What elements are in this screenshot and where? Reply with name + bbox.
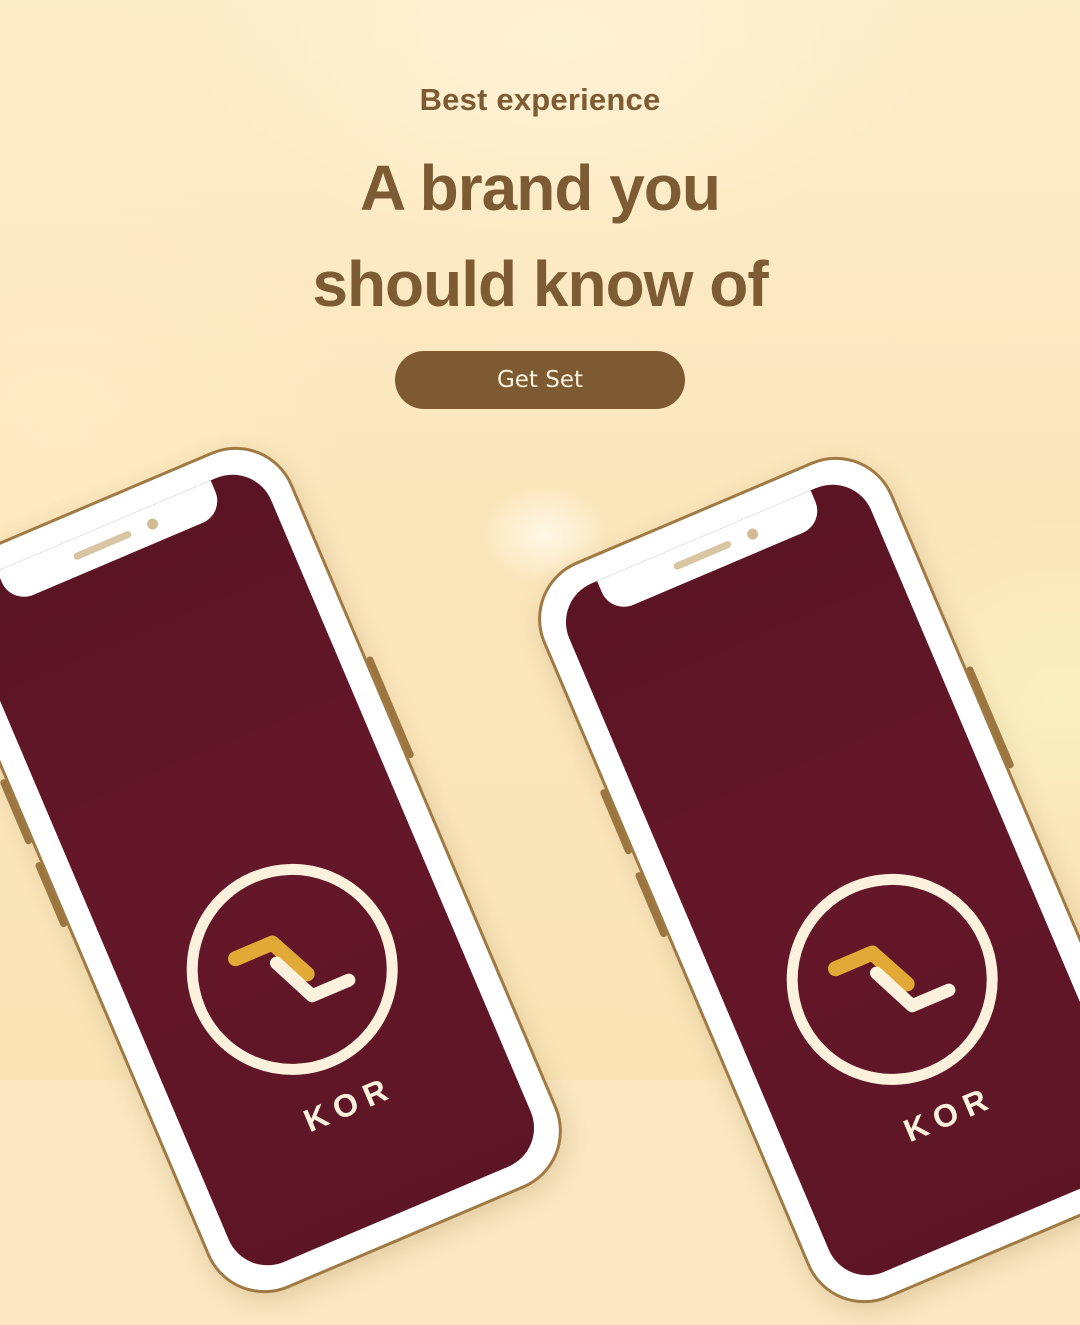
headline-line-1: A brand you (360, 152, 721, 224)
camera-dot (745, 526, 760, 542)
speaker-grille (72, 530, 133, 561)
speaker-grille (672, 540, 733, 571)
headline: A brand you should know of (0, 140, 1080, 332)
headline-line-2: should know of (312, 248, 768, 320)
eyebrow-text: Best experience (419, 82, 661, 117)
get-set-button[interactable]: Get Set (395, 351, 685, 409)
camera-dot (145, 516, 160, 532)
